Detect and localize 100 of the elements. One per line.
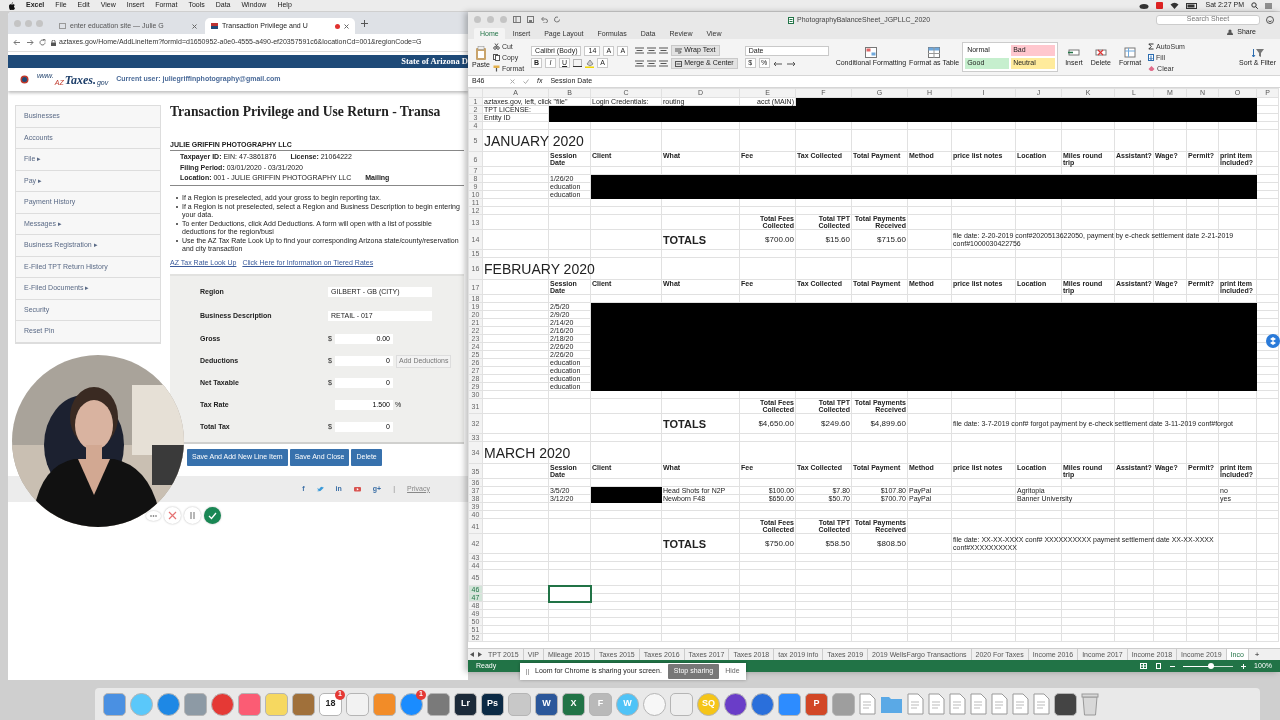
document-icon[interactable] [1012,693,1029,715]
document-icon[interactable] [949,693,966,715]
app-icon[interactable] [427,692,450,716]
document-icon[interactable] [928,693,945,715]
close-icon [168,511,177,520]
search-icon[interactable] [1251,2,1258,9]
total-amount: $715.60 [877,235,906,244]
table-icon [864,47,877,58]
app-icon[interactable]: Lr [454,692,477,716]
app-icon[interactable] [1054,692,1077,716]
format-cells-icon [1124,47,1136,58]
document-icon[interactable] [970,693,987,715]
save-icon[interactable] [527,16,534,23]
month-title: JANUARY 2020 [484,132,584,149]
reload-icon[interactable] [39,39,46,46]
check-icon [208,511,217,520]
eraser-icon [1148,65,1156,71]
close-icon[interactable] [192,23,197,29]
battery-icon[interactable] [1186,2,1199,9]
more-icon [150,514,157,517]
selected-cell[interactable] [548,585,591,602]
app-icon[interactable] [211,692,234,716]
cancel-icon [510,79,515,84]
check-icon [523,79,529,84]
normal-view-icon[interactable] [1140,663,1148,669]
totals-label: TOTALS [663,417,706,430]
align-icon[interactable] [659,47,669,54]
funnel-icon [1251,47,1264,58]
month-title: FEBRUARY 2020 [484,260,595,277]
fill-down-icon [1148,53,1155,61]
totals-label: TOTALS [663,537,706,550]
fill-color-icon[interactable] [585,58,595,68]
align-icon[interactable] [635,47,645,54]
redo-icon[interactable] [554,16,561,23]
align-icon[interactable] [647,47,657,54]
zoom-out-icon[interactable] [1170,663,1176,669]
document-icon[interactable] [859,693,876,715]
wrap-icon [675,47,683,54]
add-sheet-button[interactable]: + [1254,648,1260,661]
border-icon[interactable] [573,59,583,67]
total-amount: $808.50 [877,539,906,548]
total-amount: $4,899.60 [870,419,906,428]
app-icon[interactable] [751,692,774,716]
smiley-icon[interactable] [1266,15,1274,24]
app-icon[interactable] [292,692,315,716]
page-view-icon[interactable] [1155,663,1163,669]
copy-icon [492,53,500,61]
drag-handle-icon [526,668,529,675]
decimal-icon[interactable] [772,59,783,67]
total-amount: $58.50 [825,539,850,548]
seal-icon [20,75,29,84]
cloud-icon[interactable] [1139,2,1150,9]
total-amount: $750.00 [765,539,794,548]
align-icon[interactable] [635,60,645,67]
folder-icon[interactable] [880,694,903,714]
app-icon[interactable]: X [562,692,585,716]
pause-icon [188,511,197,520]
merge-icon [675,60,683,67]
align-icon[interactable] [659,60,669,67]
lock-icon [51,39,56,46]
back-icon[interactable] [13,39,21,46]
person-icon [1227,28,1235,35]
record-icon[interactable] [1156,2,1164,9]
decimal-icon[interactable] [785,59,796,67]
new-tab-icon[interactable] [361,19,368,27]
next-sheet-icon[interactable] [476,651,484,658]
page-icon [59,23,66,29]
play-icon[interactable] [353,485,361,492]
document-icon[interactable] [907,693,924,715]
total-amount: $4,650.00 [758,419,794,428]
forward-icon[interactable] [26,39,34,46]
page-title: Transaction Privilege and Use Return - Transa [170,105,442,120]
menu-icon[interactable] [1265,2,1272,9]
sidebar-icon[interactable] [513,16,521,23]
dropbox-icon[interactable] [1266,334,1280,348]
total-amount: $249.60 [821,419,850,428]
document-icon[interactable] [991,693,1008,715]
wifi-icon[interactable] [1170,2,1180,9]
bird-icon[interactable] [316,485,324,492]
zoom-in-icon[interactable] [1241,663,1247,669]
app-icon[interactable]: W [535,692,558,716]
total-amount: $700.00 [765,235,794,244]
align-icon[interactable] [647,60,657,67]
total-amount: $15.60 [825,235,850,244]
zoom-slider-thumb[interactable] [1207,662,1214,669]
close-icon[interactable] [344,23,349,29]
clipboard-icon [474,45,487,60]
apple-icon [8,1,15,10]
app-icon[interactable]: Ps [481,692,504,716]
prev-sheet-icon[interactable] [468,651,476,658]
app-icon[interactable]: P [805,692,828,716]
totals-label: TOTALS [663,233,706,246]
app-icon[interactable] [724,692,747,716]
sum-icon [1148,42,1155,50]
month-title: MARCH 2020 [484,444,571,461]
site-banner: State of Arizona D [8,55,468,68]
insert-cells-icon [1067,47,1080,58]
scissors-icon [492,42,500,50]
more-button[interactable] [146,510,161,521]
undo-icon[interactable] [540,16,548,23]
